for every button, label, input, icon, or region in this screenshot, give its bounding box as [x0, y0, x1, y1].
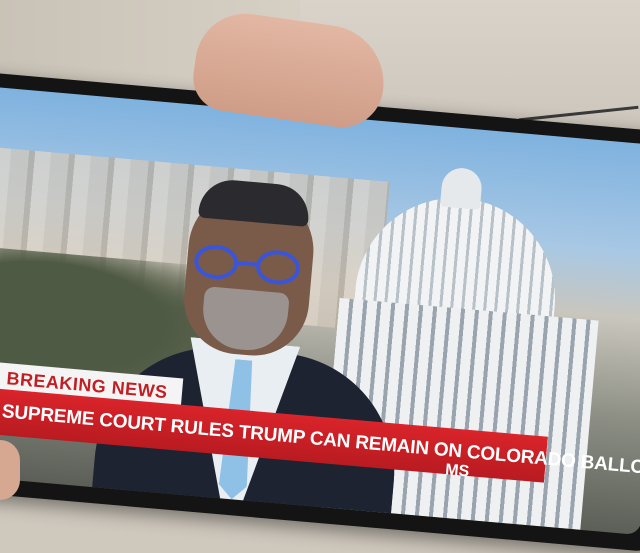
- right-lens: [254, 248, 302, 287]
- capitol-lantern: [439, 166, 484, 210]
- left-lens: [192, 243, 240, 281]
